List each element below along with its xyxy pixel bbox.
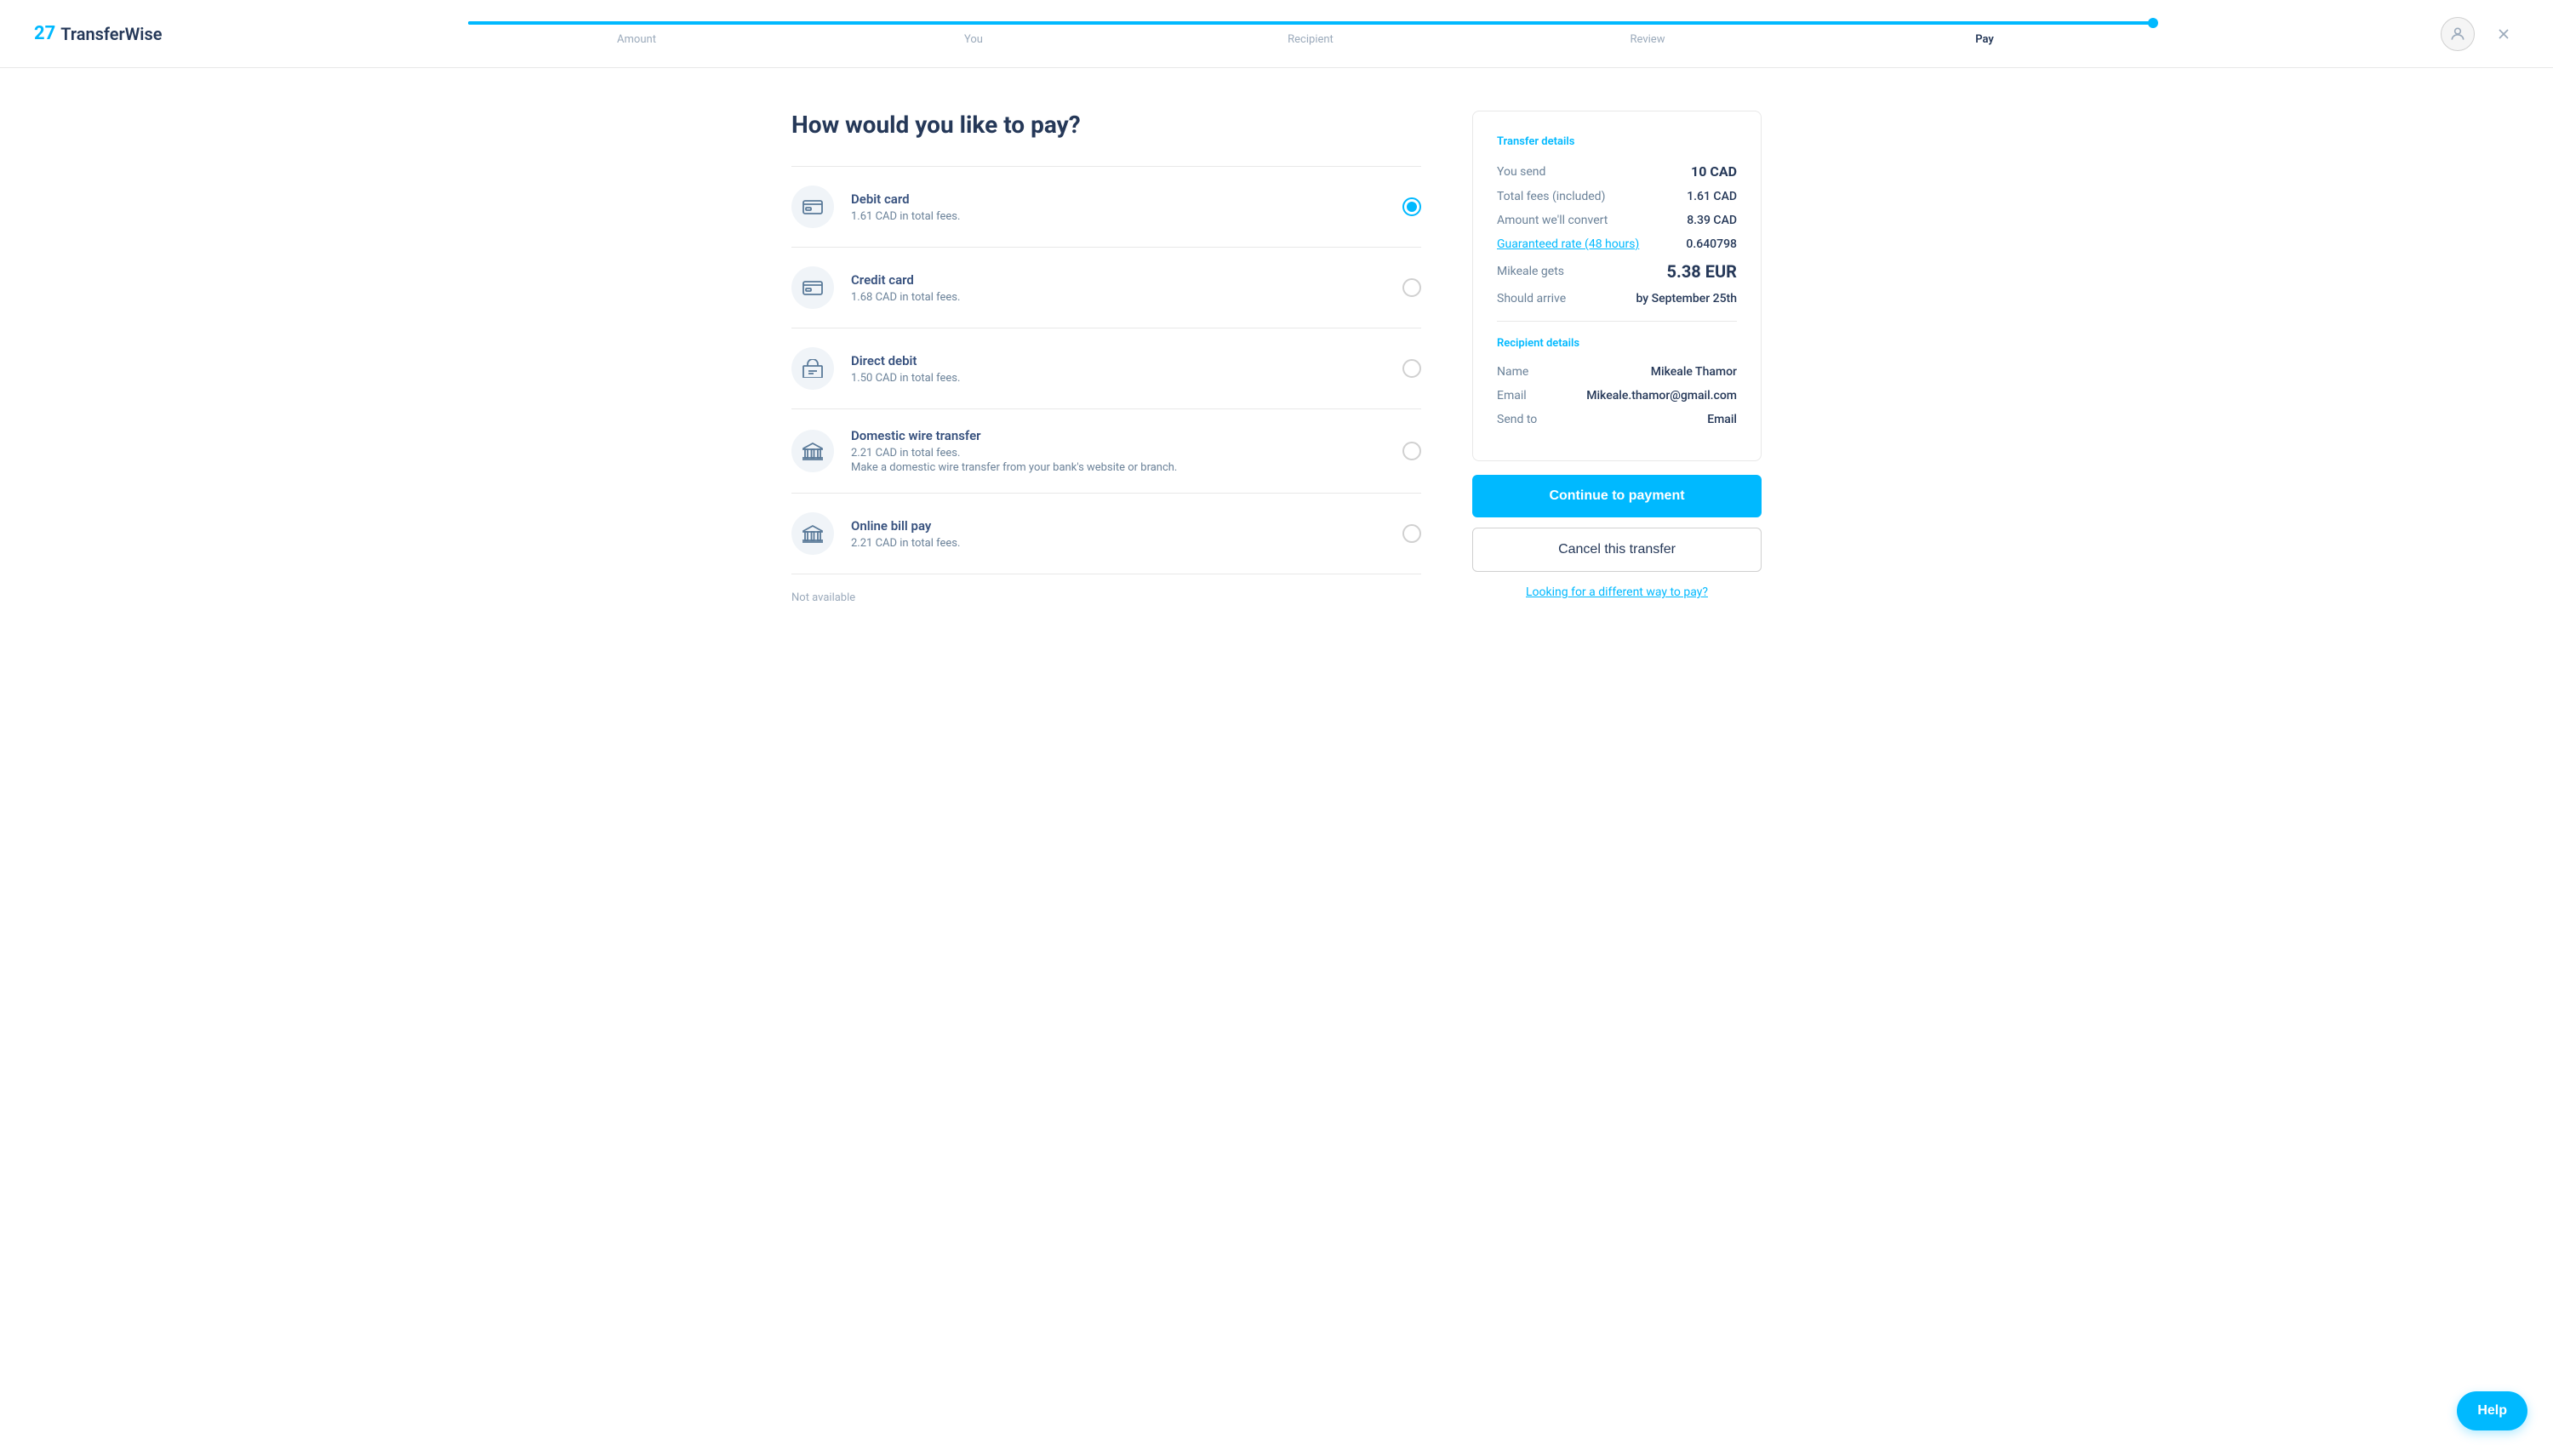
payment-option-direct-debit[interactable]: Direct debit 1.50 CAD in total fees.: [791, 328, 1421, 409]
nav-steps: Amount You Recipient Review Pay: [468, 33, 2153, 46]
amount-convert-label: Amount we'll convert: [1497, 214, 1608, 227]
wire-transfer-radio[interactable]: [1402, 442, 1421, 460]
should-arrive-value: by September 25th: [1636, 292, 1737, 305]
bill-pay-icon: [791, 512, 834, 555]
total-fees-label: Total fees (included): [1497, 190, 1605, 203]
recipient-gets-label: Mikeale gets: [1497, 265, 1564, 278]
payment-option-credit[interactable]: Credit card 1.68 CAD in total fees.: [791, 248, 1421, 328]
debit-card-details: Debit card 1.61 CAD in total fees.: [851, 191, 1385, 223]
credit-card-details: Credit card 1.68 CAD in total fees.: [851, 272, 1385, 304]
payment-option-debit[interactable]: Debit card 1.61 CAD in total fees.: [791, 166, 1421, 248]
header: 27 TransferWise Amount You Recipient Rev…: [0, 0, 2553, 68]
progress-bar-container: [468, 21, 2153, 25]
different-way-link[interactable]: Looking for a different way to pay?: [1472, 585, 1762, 599]
wire-transfer-details: Domestic wire transfer 2.21 CAD in total…: [851, 428, 1385, 474]
payment-option-bill[interactable]: Online bill pay 2.21 CAD in total fees.: [791, 494, 1421, 574]
page-title: How would you like to pay?: [791, 111, 1421, 139]
direct-debit-details: Direct debit 1.50 CAD in total fees.: [851, 353, 1385, 385]
you-send-value: 10 CAD: [1691, 163, 1737, 180]
main-content: How would you like to pay? Debit card 1.…: [723, 68, 1830, 654]
logo: 27 TransferWise: [34, 23, 187, 44]
logo-text: TransferWise: [60, 24, 162, 44]
credit-card-icon: [791, 266, 834, 309]
right-sidebar: Transfer details You send 10 CAD Total f…: [1472, 111, 1762, 611]
total-fees-row: Total fees (included) 1.61 CAD: [1497, 190, 1737, 203]
cancel-transfer-button[interactable]: Cancel this transfer: [1472, 528, 1762, 572]
you-send-row: You send 10 CAD: [1497, 163, 1737, 180]
send-to-label: Send to: [1497, 413, 1537, 426]
wire-transfer-icon: [791, 430, 834, 472]
wire-transfer-fee: 2.21 CAD in total fees.: [851, 447, 1385, 460]
header-actions: [2434, 17, 2519, 51]
not-available-label: Not available: [791, 591, 1421, 604]
left-content: How would you like to pay? Debit card 1.…: [791, 111, 1421, 611]
wire-transfer-name: Domestic wire transfer: [851, 428, 1385, 443]
transfer-details-card: Transfer details You send 10 CAD Total f…: [1472, 111, 1762, 461]
payment-option-wire[interactable]: Domestic wire transfer 2.21 CAD in total…: [791, 409, 1421, 494]
should-arrive-row: Should arrive by September 25th: [1497, 292, 1737, 305]
help-button[interactable]: Help: [2457, 1391, 2527, 1430]
amount-convert-value: 8.39 CAD: [1687, 214, 1737, 227]
nav-step-amount[interactable]: Amount: [468, 33, 805, 46]
section-divider: [1497, 321, 1737, 322]
guaranteed-rate-label[interactable]: Guaranteed rate (48 hours): [1497, 237, 1639, 251]
continue-payment-button[interactable]: Continue to payment: [1472, 475, 1762, 517]
bill-pay-details: Online bill pay 2.21 CAD in total fees.: [851, 518, 1385, 550]
debit-card-radio[interactable]: [1402, 197, 1421, 216]
guaranteed-rate-value: 0.640798: [1686, 237, 1737, 251]
progress-nav: Amount You Recipient Review Pay: [187, 21, 2434, 46]
wire-transfer-desc: Make a domestic wire transfer from your …: [851, 461, 1385, 474]
nav-step-you[interactable]: You: [805, 33, 1142, 46]
credit-card-name: Credit card: [851, 272, 1385, 288]
send-to-row: Send to Email: [1497, 413, 1737, 426]
bill-pay-fee: 2.21 CAD in total fees.: [851, 537, 1385, 550]
recipient-email-value: Mikeale.thamor@gmail.com: [1586, 389, 1737, 403]
transfer-details-title: Transfer details: [1497, 135, 1737, 148]
recipient-name-label: Name: [1497, 365, 1528, 379]
debit-card-fee: 1.61 CAD in total fees.: [851, 210, 1385, 223]
progress-bar-fill: [468, 21, 2153, 25]
bill-pay-name: Online bill pay: [851, 518, 1385, 534]
bill-pay-radio[interactable]: [1402, 524, 1421, 543]
nav-step-review[interactable]: Review: [1479, 33, 1816, 46]
credit-card-fee: 1.68 CAD in total fees.: [851, 291, 1385, 304]
recipient-name-row: Name Mikeale Thamor: [1497, 365, 1737, 379]
debit-card-name: Debit card: [851, 191, 1385, 207]
close-button[interactable]: [2488, 19, 2519, 49]
recipient-email-label: Email: [1497, 389, 1527, 403]
avatar-button[interactable]: [2441, 17, 2475, 51]
debit-card-icon: [791, 186, 834, 228]
logo-icon: 27: [34, 23, 55, 44]
recipient-email-row: Email Mikeale.thamor@gmail.com: [1497, 389, 1737, 403]
direct-debit-radio[interactable]: [1402, 359, 1421, 378]
should-arrive-label: Should arrive: [1497, 292, 1566, 305]
send-to-value: Email: [1707, 413, 1737, 426]
recipient-gets-value: 5.38 EUR: [1667, 261, 1737, 282]
payment-options-list: Debit card 1.61 CAD in total fees. Credi…: [791, 166, 1421, 574]
recipient-name-value: Mikeale Thamor: [1651, 365, 1737, 379]
amount-convert-row: Amount we'll convert 8.39 CAD: [1497, 214, 1737, 227]
direct-debit-name: Direct debit: [851, 353, 1385, 368]
nav-step-pay[interactable]: Pay: [1816, 33, 2153, 46]
credit-card-radio[interactable]: [1402, 278, 1421, 297]
you-send-label: You send: [1497, 165, 1545, 179]
direct-debit-icon: [791, 347, 834, 390]
guaranteed-rate-row: Guaranteed rate (48 hours) 0.640798: [1497, 237, 1737, 251]
direct-debit-fee: 1.50 CAD in total fees.: [851, 372, 1385, 385]
nav-step-recipient[interactable]: Recipient: [1142, 33, 1479, 46]
recipient-details-title: Recipient details: [1497, 337, 1737, 350]
recipient-gets-row: Mikeale gets 5.38 EUR: [1497, 261, 1737, 282]
total-fees-value: 1.61 CAD: [1687, 190, 1737, 203]
